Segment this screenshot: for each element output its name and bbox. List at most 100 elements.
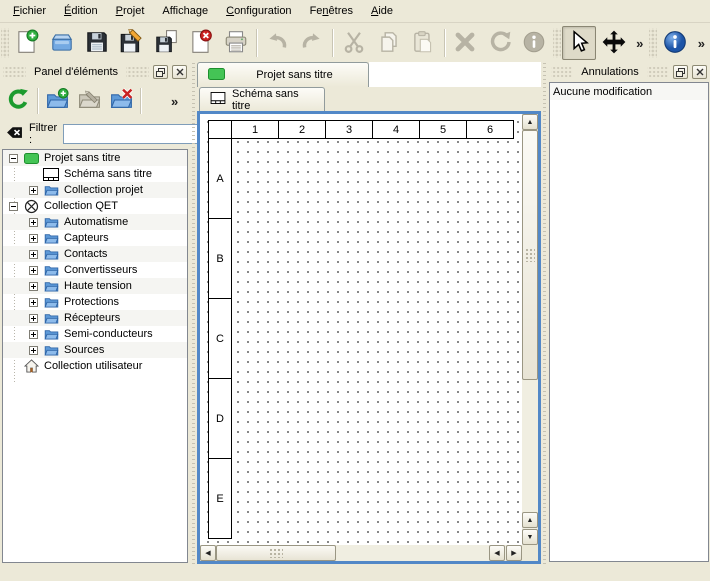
tree-item-sources[interactable]: Sources [3,342,187,358]
project-tab[interactable]: Projet sans titre [197,62,369,87]
select-mode-button[interactable] [562,26,597,60]
delete-icon [452,29,478,58]
scroll-left-button[interactable]: ◀ [489,545,505,561]
titlebar-drag-texture[interactable] [551,67,573,77]
new-category-button[interactable] [41,85,73,117]
edit-category-button[interactable] [73,85,105,117]
delete-button[interactable] [448,26,483,60]
new-file-button[interactable] [10,26,45,60]
cut-button[interactable] [336,26,371,60]
open-file-button[interactable] [44,26,79,60]
diagram-sheet[interactable]: 1 2 3 4 5 6 A B C D E [200,114,522,545]
expand-expander-icon[interactable] [29,250,38,259]
row-headers: A B C D E [208,139,514,539]
tree-item-automatisme[interactable]: Automatisme [3,214,187,230]
menu-projet[interactable]: Projet [107,0,154,22]
move-mode-button[interactable] [596,26,631,60]
tools-overflow-button[interactable]: » [631,36,648,51]
undo-button[interactable] [260,26,295,60]
scroll-right-button[interactable]: ▶ [506,545,522,561]
titlebar-drag-texture[interactable] [3,67,26,77]
collapse-expander-icon[interactable] [9,154,18,163]
save-all-button[interactable] [149,26,184,60]
redo-button[interactable] [295,26,330,60]
undo-list-item[interactable]: Aucune modification [550,83,708,100]
scroll-up-button[interactable]: ▲ [522,512,538,528]
clear-filter-icon[interactable] [6,125,23,143]
menu-fichier[interactable]: Fichier [4,0,55,22]
menu-affichage[interactable]: Affichage [153,0,217,22]
close-file-button[interactable] [183,26,218,60]
close-panel-button[interactable] [692,65,707,79]
tree-item-convertisseurs[interactable]: Convertisseurs [3,262,187,278]
rotate-button[interactable] [482,26,517,60]
tree-item-semi-conducteurs[interactable]: Semi-conducteurs [3,326,187,342]
toolbar-drag-handle[interactable] [553,28,561,58]
diagram-view[interactable]: 1 2 3 4 5 6 A B C D E ▲ ▲ ▼ [197,111,541,564]
menu-fenetres[interactable]: Fenêtres [301,0,362,22]
tree-item-projet-sans-titre[interactable]: Projet sans titre [3,150,187,166]
tree-item-recepteurs[interactable]: Récepteurs [3,310,187,326]
tree-item-collection-projet[interactable]: Collection projet [3,182,187,198]
delete-category-button[interactable] [105,85,137,117]
left-splitter[interactable] [190,62,197,564]
elements-panel-titlebar[interactable]: Panel d'éléments [0,62,190,82]
expand-expander-icon[interactable] [29,266,38,275]
tree-item-collection-qet[interactable]: Collection QET [3,198,187,214]
expand-expander-icon[interactable] [29,314,38,323]
toolbar-separator [37,88,38,114]
undo-panel-titlebar[interactable]: Annulations [548,62,710,82]
toolbar-drag-handle[interactable] [1,28,9,58]
expand-expander-icon[interactable] [29,186,38,195]
about-button[interactable] [658,26,693,60]
horizontal-scroll-thumb[interactable] [216,545,336,561]
menu-edition[interactable]: Édition [55,0,107,22]
info-button[interactable] [517,26,552,60]
copy-button[interactable] [371,26,406,60]
scroll-up-button[interactable]: ▲ [522,114,538,130]
folder-icon [43,295,59,309]
schema-icon [210,92,226,107]
right-splitter[interactable] [541,62,548,564]
titlebar-drag-texture[interactable] [126,67,149,77]
tree-item-protections[interactable]: Protections [3,294,187,310]
vertical-scroll-thumb[interactable] [522,130,538,380]
save-button[interactable] [79,26,114,60]
tree-item-haute-tension[interactable]: Haute tension [3,278,187,294]
expand-expander-icon[interactable] [29,298,38,307]
tree-item-contacts[interactable]: Contacts [3,246,187,262]
scroll-left-button[interactable]: ◀ [200,545,216,561]
folder-icon [43,311,59,325]
vertical-scrollbar[interactable]: ▲ ▲ ▼ [522,114,538,545]
collapse-expander-icon[interactable] [9,202,18,211]
save-as-button[interactable] [114,26,149,60]
expand-expander-icon[interactable] [29,218,38,227]
select-arrow-icon [566,29,592,58]
reload-collections-button[interactable] [2,85,34,117]
expand-expander-icon[interactable] [29,234,38,243]
float-panel-button[interactable] [673,65,688,79]
close-panel-button[interactable] [172,65,187,79]
horizontal-scrollbar[interactable]: ◀ ◀ ▶ [200,545,522,561]
folder-icon [43,327,59,341]
tree-item-collection-utilisateur[interactable]: Collection utilisateur [3,358,187,374]
row-header: E [208,459,232,539]
tree-item-schema-sans-titre[interactable]: Schéma sans titre [3,166,187,182]
float-panel-button[interactable] [153,65,168,79]
tree-item-capteurs[interactable]: Capteurs [3,230,187,246]
elements-panel-toolbar: » [0,82,190,120]
titlebar-drag-texture[interactable] [647,67,669,77]
help-overflow-button[interactable]: » [693,36,710,51]
undo-history-list[interactable]: Aucune modification [549,82,709,562]
menu-configuration[interactable]: Configuration [217,0,300,22]
expand-expander-icon[interactable] [29,330,38,339]
panel-toolbar-overflow-button[interactable]: » [166,94,183,109]
toolbar-drag-handle[interactable] [649,28,657,58]
scroll-down-button[interactable]: ▼ [522,529,538,545]
expand-expander-icon[interactable] [29,282,38,291]
schema-tab[interactable]: Schéma sans titre [199,87,325,111]
paste-button[interactable] [406,26,441,60]
expand-expander-icon[interactable] [29,346,38,355]
menu-aide[interactable]: Aide [362,0,402,22]
print-button[interactable] [218,26,253,60]
